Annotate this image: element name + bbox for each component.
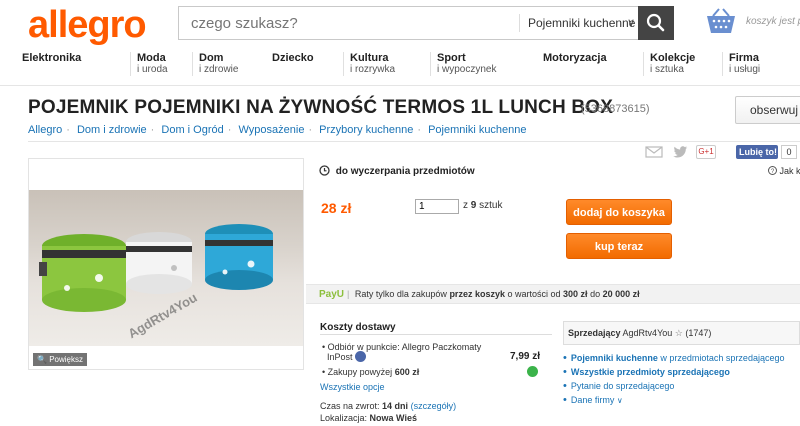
- buy-now-button[interactable]: kup teraz: [566, 233, 672, 259]
- availability: do wyczerpania przedmiotów: [319, 165, 475, 177]
- category-business[interactable]: Firma i usługi: [722, 52, 760, 76]
- free-shipping-threshold: • Zakupy powyżej 600 zł: [322, 367, 420, 377]
- help-icon: ?: [768, 166, 777, 175]
- watch-button[interactable]: obserwuj: [735, 96, 800, 124]
- category-nav: Elektronika Moda i uroda Dom i zdrowie Dzi…: [0, 50, 800, 86]
- all-shipping-options-link[interactable]: Wszystkie opcje: [320, 382, 385, 392]
- search-input[interactable]: [179, 7, 517, 39]
- seller-rating[interactable]: (1747): [685, 328, 711, 338]
- divider: [28, 141, 800, 142]
- quantity-info: z 9 sztuk: [463, 200, 503, 211]
- seller-category-link[interactable]: • Pojemniki kuchenne w przedmiotach sprze…: [563, 352, 784, 364]
- lunch-box-image: [39, 224, 273, 312]
- product-image-gallery[interactable]: AgdRtv4You 🔍 Powiększ: [28, 158, 304, 370]
- breadcrumb-link[interactable]: Dom i Ogród: [161, 124, 223, 136]
- search-bar: Pojemniki kuchenne ∨: [178, 6, 674, 40]
- price: 28 zł: [321, 200, 352, 216]
- zoom-button[interactable]: 🔍 Powiększ: [33, 353, 87, 366]
- seller-all-items-link[interactable]: • Wszystkie przedmioty sprzedającego: [563, 366, 730, 378]
- category-select-label: Pojemniki kuchenne: [528, 16, 636, 30]
- breadcrumb: Allegro · Dom i zdrowie · Dom i Ogród · Wyp…: [28, 124, 527, 136]
- breadcrumb-link[interactable]: Allegro: [28, 124, 62, 136]
- add-to-cart-button[interactable]: dodaj do koszyka: [566, 199, 672, 225]
- free-shipping-icon: [527, 366, 538, 377]
- chevron-down-icon: ∨: [616, 396, 623, 405]
- search-icon: [646, 13, 665, 32]
- email-icon[interactable]: [645, 145, 663, 159]
- item-id: (5368873615): [581, 103, 650, 115]
- google-plus-button[interactable]: G+1: [696, 145, 716, 159]
- pickup-option: • Odbiór w punkcie: Allegro Paczkomaty: [322, 342, 482, 352]
- shipping-heading: Koszty dostawy: [320, 322, 396, 333]
- zoom-icon: 🔍: [37, 355, 47, 364]
- breadcrumb-link[interactable]: Dom i zdrowie: [77, 124, 147, 136]
- breadcrumb-link[interactable]: Przybory kuchenne: [319, 124, 413, 136]
- category-automotive[interactable]: Motoryzacja: [543, 52, 607, 64]
- item-location: Lokalizacja: Nowa Wieś: [320, 413, 417, 423]
- basket-status[interactable]: koszyk jest p: [746, 16, 800, 27]
- star-icon: ☆: [674, 328, 683, 338]
- like-label: Lubię to!: [739, 147, 777, 157]
- divider: [320, 334, 552, 335]
- like-count: 0: [781, 145, 797, 159]
- page-title: POJEMNIK POJEMNIKI NA ŻYWNOŚĆ TERMOS 1L …: [28, 97, 614, 118]
- return-details-link[interactable]: (szczegóły): [411, 401, 457, 411]
- inpost-icon: [355, 351, 366, 362]
- quantity-input[interactable]: [415, 199, 459, 214]
- breadcrumb-link[interactable]: Wyposażenie: [239, 124, 305, 136]
- product-photo[interactable]: AgdRtv4You: [29, 190, 303, 346]
- category-culture[interactable]: Kultura i rozrywka: [343, 52, 395, 76]
- category-collections[interactable]: Kolekcje i sztuka: [643, 52, 695, 76]
- help-link[interactable]: ? Jak k: [768, 166, 800, 176]
- pickup-carrier: InPost: [327, 352, 353, 362]
- payu-installments-bar: PayU | Raty tylko dla zakupów przez koszy…: [306, 284, 800, 304]
- category-select[interactable]: Pojemniki kuchenne ∨: [519, 14, 639, 32]
- facebook-like-button[interactable]: Lubię to!: [736, 145, 778, 159]
- chevron-down-icon: ∨: [626, 17, 635, 29]
- twitter-icon[interactable]: [672, 145, 688, 159]
- category-kids[interactable]: Dziecko: [272, 52, 314, 64]
- return-policy: Czas na zwrot: 14 dni (szczegóły): [320, 401, 457, 411]
- company-data-link[interactable]: • Dane firmy ∨: [563, 394, 623, 406]
- clock-icon: [319, 165, 330, 176]
- payu-logo: PayU: [319, 289, 345, 300]
- category-home[interactable]: Dom i zdrowie: [192, 52, 238, 76]
- allegro-logo[interactable]: allegro: [28, 4, 147, 47]
- category-electronics[interactable]: Elektronika: [22, 52, 81, 64]
- category-sport[interactable]: Sport i wypoczynek: [430, 52, 496, 76]
- seller-name[interactable]: AgdRtv4You: [623, 328, 673, 338]
- ask-seller-link[interactable]: • Pytanie do sprzedającego: [563, 380, 674, 392]
- zoom-label: Powiększ: [49, 355, 83, 364]
- category-fashion[interactable]: Moda i uroda: [130, 52, 168, 76]
- seller-box: Sprzedający AgdRtv4You ☆ (1747): [563, 321, 800, 345]
- basket-icon[interactable]: [704, 8, 738, 36]
- breadcrumb-link[interactable]: Pojemniki kuchenne: [428, 124, 526, 136]
- search-button[interactable]: [638, 6, 674, 40]
- pickup-price: 7,99 zł: [510, 351, 541, 362]
